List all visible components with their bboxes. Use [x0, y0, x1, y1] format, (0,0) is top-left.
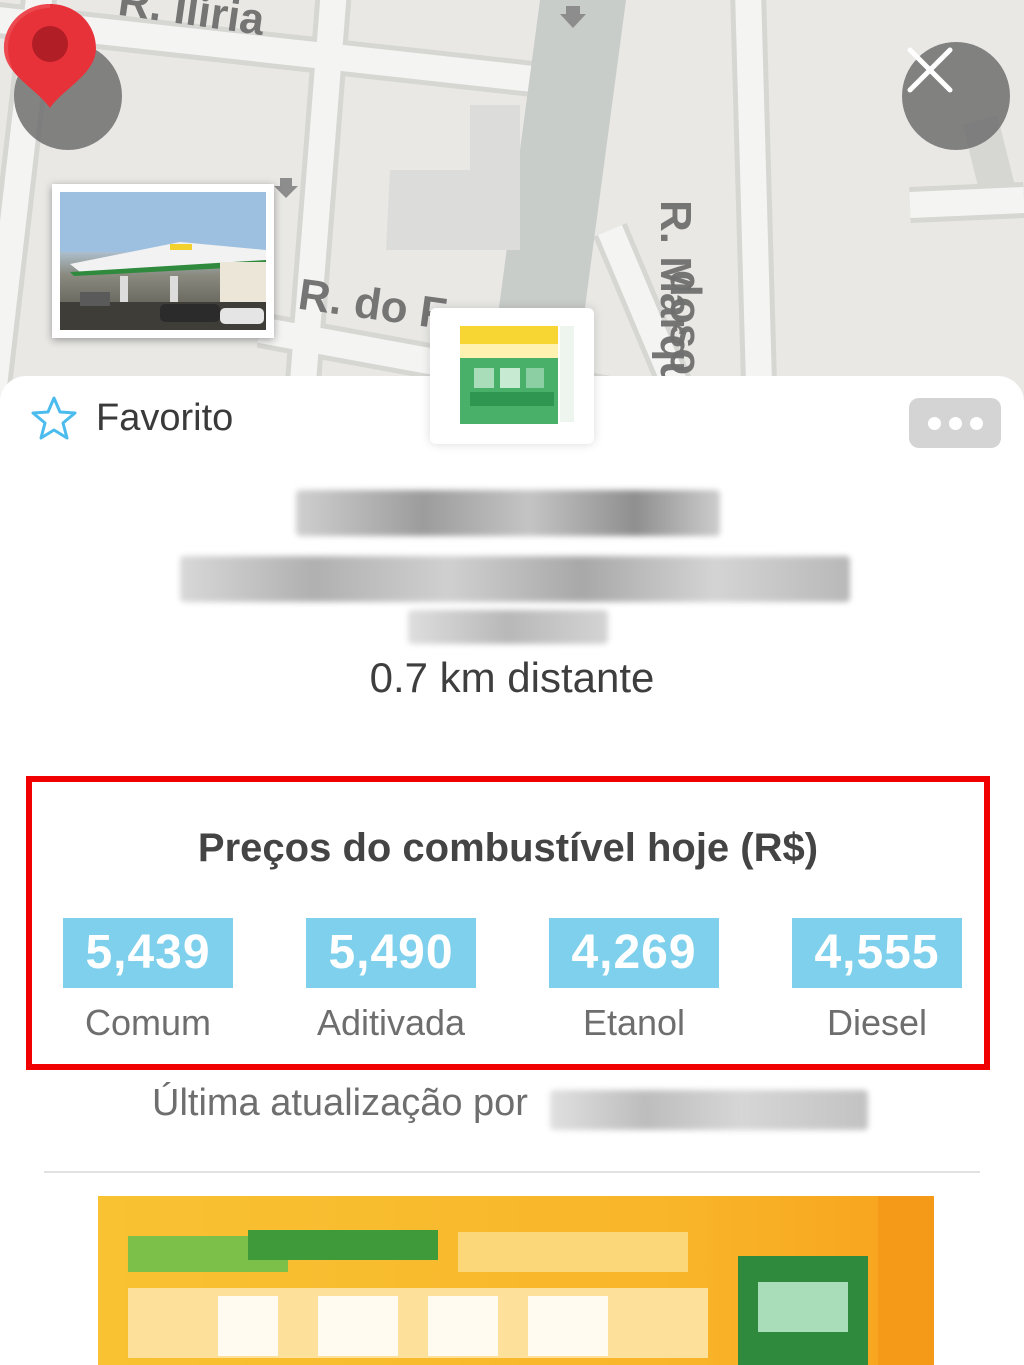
- price-value: 4,269: [549, 918, 719, 988]
- place-address-redacted: [180, 556, 850, 602]
- promo-banner[interactable]: [98, 1196, 934, 1365]
- last-update-user-redacted: [550, 1090, 868, 1130]
- close-icon: [907, 47, 953, 93]
- price-value: 4,555: [792, 918, 962, 988]
- more-dot-icon: [948, 416, 962, 430]
- divider: [44, 1171, 980, 1173]
- place-name-redacted: [296, 490, 720, 536]
- favorite-toggle[interactable]: Favorito: [30, 395, 233, 441]
- last-update-text: Última atualização por: [152, 1082, 528, 1125]
- place-photo: [60, 192, 266, 330]
- fuel-price-aditivada[interactable]: 5,490 Aditivada: [306, 918, 476, 1044]
- price-label: Etanol: [582, 1002, 686, 1043]
- distance-text: 0.7 km distante: [369, 654, 655, 701]
- location-pin-icon: [4, 4, 96, 108]
- gas-station-brand-logo: [430, 308, 594, 444]
- more-dot-icon: [969, 416, 983, 430]
- place-photo-thumbnail[interactable]: [52, 184, 274, 338]
- gas-station-photo-illustration: [60, 192, 266, 330]
- place-city-redacted: [408, 610, 608, 644]
- street-label-doso: doso: [661, 270, 710, 376]
- price-label: Comum: [84, 1002, 212, 1043]
- more-dot-icon: [927, 416, 941, 430]
- price-label: Diesel: [826, 1002, 928, 1043]
- brand-logo-pixelated: [460, 326, 574, 424]
- price-value: 5,490: [306, 918, 476, 988]
- fuel-price-etanol[interactable]: 4,269 Etanol: [549, 918, 719, 1044]
- price-value: 5,439: [63, 918, 233, 988]
- more-options-button[interactable]: [909, 398, 1001, 448]
- fuel-price-diesel[interactable]: 4,555 Diesel: [792, 918, 962, 1044]
- last-update-prefix: Última atualização por: [152, 1082, 528, 1124]
- star-icon: [31, 396, 77, 440]
- fuel-prices-panel: Preços do combustível hoje (R$) 5,439 Co…: [26, 776, 990, 1070]
- price-label: Aditivada: [316, 1002, 466, 1043]
- close-button[interactable]: [902, 42, 1010, 150]
- favorite-label: Favorito: [96, 396, 234, 439]
- fuel-prices-title: Preços do combustível hoje (R$): [197, 826, 819, 870]
- fuel-price-comum[interactable]: 5,439 Comum: [63, 918, 233, 1044]
- promo-banner-pixelated: [128, 1196, 934, 1365]
